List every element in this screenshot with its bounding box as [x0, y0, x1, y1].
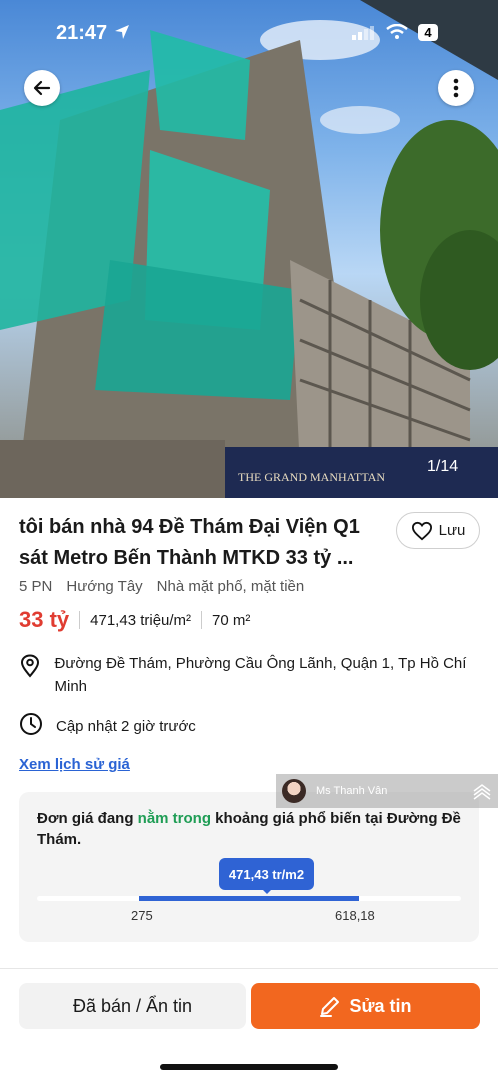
location-pin-icon	[19, 652, 46, 698]
building-photo-illustration	[0, 0, 498, 498]
updated-row: Cập nhật 2 giờ trước	[19, 712, 196, 741]
price-range-card: Đơn giá đang nằm trong khoảng giá phổ bi…	[19, 792, 479, 942]
avatar	[282, 779, 306, 803]
price-history-link[interactable]: Xem lịch sử giá	[19, 756, 130, 773]
address-row: Đường Đề Thám, Phường Cầu Ông Lãnh, Quận…	[19, 652, 479, 698]
agent-name: Ms Thanh Vân	[316, 785, 388, 797]
range-fill	[139, 896, 359, 901]
clock-icon	[19, 712, 47, 741]
address: Đường Đề Thám, Phường Cầu Ông Lãnh, Quận…	[54, 655, 467, 695]
footer-divider	[0, 968, 498, 969]
edit-listing-button[interactable]: Sửa tin	[251, 983, 480, 1029]
pencil-icon	[320, 997, 340, 1017]
more-vertical-icon	[453, 78, 459, 98]
back-button[interactable]	[24, 70, 60, 106]
heart-icon	[411, 521, 432, 540]
photo-counter: 1/14	[427, 458, 459, 475]
logo-icon	[472, 782, 492, 805]
divider	[79, 611, 81, 629]
listing-specs: 5 PN Hướng Tây Nhà mặt phố, mặt tiền	[19, 578, 304, 595]
range-text-highlight: nằm trong	[137, 810, 212, 827]
home-indicator	[160, 1064, 338, 1070]
price-row: 33 tỷ 471,43 triệu/m² 70 m²	[19, 606, 250, 634]
status-time: 21:47	[56, 22, 108, 44]
edit-label: Sửa tin	[349, 995, 412, 1016]
bedrooms: 5 PN	[19, 578, 53, 595]
range-text-before: Đơn giá đang	[37, 810, 138, 827]
divider	[201, 611, 203, 629]
wifi-icon	[386, 23, 408, 45]
price-per-m2: 471,43 triệu/m²	[90, 611, 192, 629]
property-type: Nhà mặt phố, mặt tiền	[156, 578, 305, 595]
save-button[interactable]: Lưu	[396, 512, 480, 549]
status-bar: 21:47 4	[0, 0, 498, 64]
updated-time: Cập nhật 2 giờ trước	[56, 718, 196, 735]
cellular-signal-icon	[352, 26, 374, 45]
banner-text: THE GRAND MANHATTAN	[238, 470, 386, 484]
location-arrow-icon	[114, 24, 130, 45]
area: 70 m²	[212, 611, 251, 629]
agent-watermark: Ms Thanh Vân	[276, 774, 498, 808]
battery-indicator: 4	[418, 24, 438, 41]
price-range-description: Đơn giá đang nằm trong khoảng giá phổ bi…	[37, 808, 467, 850]
save-label: Lưu	[438, 522, 466, 539]
price: 33 tỷ	[19, 607, 70, 632]
arrow-left-icon	[33, 80, 51, 96]
current-price-bubble: 471,43 tr/m2	[219, 858, 314, 890]
listing-title: tôi bán nhà 94 Đề Thám Đại Viện Q1 sát M…	[19, 516, 360, 569]
range-max-label: 618,18	[335, 908, 375, 923]
direction: Hướng Tây	[66, 578, 143, 595]
more-options-button[interactable]	[438, 70, 474, 106]
mark-sold-button[interactable]: Đã bán / Ẩn tin	[19, 983, 246, 1029]
bubble-pointer	[262, 889, 272, 894]
range-min-label: 275	[131, 908, 153, 923]
listing-photo[interactable]: THE GRAND MANHATTAN	[0, 0, 498, 498]
